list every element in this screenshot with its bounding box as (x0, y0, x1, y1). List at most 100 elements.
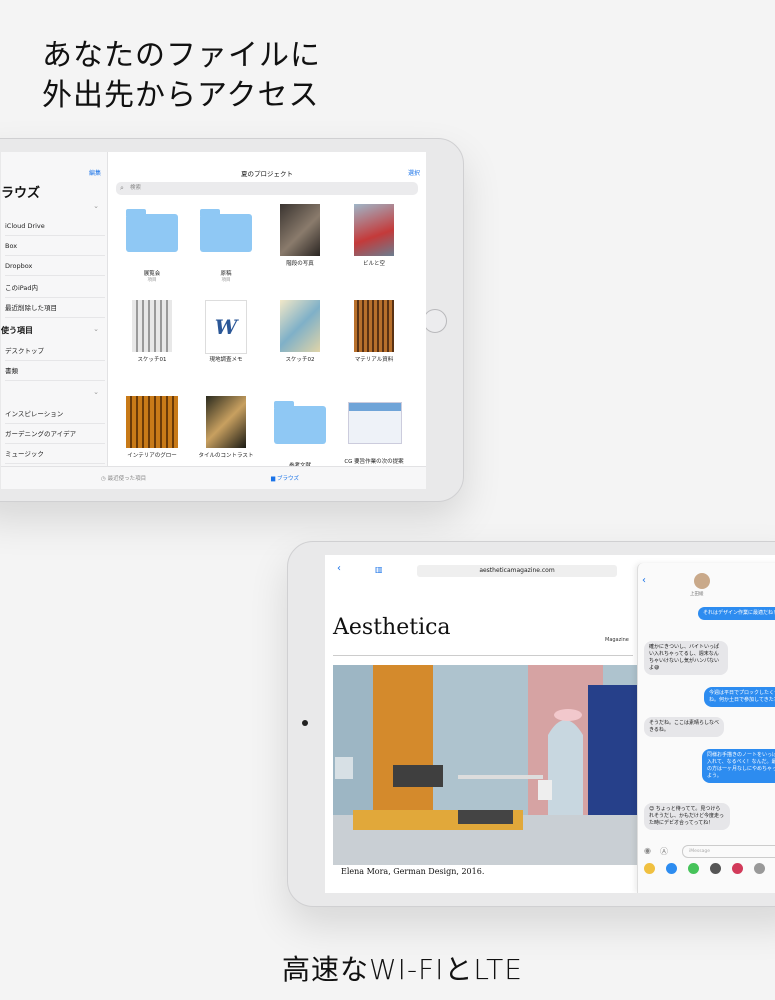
file-item[interactable]: 階段の写真 (264, 204, 336, 267)
message-bubble-incoming: 確かにきついし、バイトいっぱい入れちゃってるし、週末なんちゃいけないし気がハンパ… (644, 641, 728, 675)
file-name: 現地調査メモ (209, 357, 243, 363)
file-name: 階段の写真 (286, 261, 314, 267)
file-item[interactable]: W 現地調査メモ (190, 300, 262, 363)
sidebar-item-inspiration[interactable]: インスピレーション (5, 408, 105, 424)
file-name: ビルと空 (362, 261, 385, 267)
back-icon[interactable]: ‹ (642, 575, 646, 586)
select-button[interactable]: 選択 (408, 168, 420, 177)
magazine-tag: Magazine (605, 637, 629, 643)
files-main: 夏のプロジェクト 選択 ⌕ 検索 展覧会 項目 原稿 項目 階段の写真 ビルと空… (108, 152, 426, 477)
file-item[interactable]: 展覧会 項目 (116, 204, 188, 283)
camera-icon[interactable]: ◉ (644, 846, 651, 855)
message-bubble-outgoing: 今週は平日でプロックしたくせね。何か土日で参加してきた？ (704, 687, 775, 707)
search-input[interactable]: ⌕ 検索 (116, 182, 418, 195)
sidebar-item-box[interactable]: Box (5, 242, 105, 256)
file-item[interactable]: 原稿 項目 (190, 204, 262, 283)
image-caption: Elena Mora, German Design, 2016. (341, 867, 485, 876)
contact-name: 上田綾 (690, 592, 704, 597)
sidebar-item-documents[interactable]: 書類 (5, 365, 105, 381)
back-icon[interactable]: ‹ (337, 563, 341, 574)
file-item[interactable]: タイルのコントラスト (190, 396, 262, 459)
photo-thumbnail (354, 300, 394, 352)
chevron-down-icon[interactable]: ⌄ (93, 325, 99, 333)
headline-line-2: 外出先からアクセス (42, 78, 320, 113)
search-icon: ⌕ (120, 184, 124, 192)
file-name: 原稿 (220, 271, 232, 277)
file-item[interactable]: マテリアル資料 (338, 300, 410, 363)
edit-button[interactable]: 編集 (89, 168, 101, 177)
safari-screen: ‹ ▥ aestheticamagazine.com Aesthetica Ma… (325, 555, 775, 893)
digital-touch-icon[interactable] (688, 863, 699, 874)
camera (302, 720, 308, 726)
app-drawer (644, 863, 775, 877)
divider (333, 655, 633, 656)
ipad-files: 編集 ラウズ ⌄ iCloud Drive Box Dropbox このiPad… (0, 138, 464, 502)
sidebar-item-recently-deleted[interactable]: 最近削除した項目 (5, 302, 105, 318)
file-name: 展覧会 (143, 271, 161, 277)
files-tab-bar: ◷ 最近使った項目 ▆ ブラウズ (1, 466, 426, 489)
file-name: スケッチ01 (137, 357, 167, 363)
document-thumbnail (348, 402, 402, 444)
folder-icon (126, 209, 178, 252)
sidebar-item-dropbox[interactable]: Dropbox (5, 262, 105, 276)
file-item[interactable]: スケッチ02 (264, 300, 336, 363)
tab-recents[interactable]: ◷ 最近使った項目 (101, 474, 146, 482)
sidebar-item-desktop[interactable]: デスクトップ (5, 345, 105, 361)
file-name: タイルのコントラスト (198, 453, 254, 459)
photo-thumbnail (354, 204, 394, 256)
bookmarks-icon[interactable]: ▥ (375, 565, 383, 574)
files-screen: 編集 ラウズ ⌄ iCloud Drive Box Dropbox このiPad… (1, 152, 426, 489)
files-sidebar: 編集 ラウズ ⌄ iCloud Drive Box Dropbox このiPad… (1, 152, 108, 477)
hero-image (333, 665, 643, 865)
headline-bottom: 高速なWI-FIとLTE (282, 953, 523, 986)
ipad-safari-messages: ‹ ▥ aestheticamagazine.com Aesthetica Ma… (287, 541, 775, 907)
sidebar-item-on-ipad[interactable]: このiPad内 (5, 282, 105, 298)
home-button[interactable] (423, 309, 447, 333)
chevron-down-icon[interactable]: ⌄ (93, 388, 99, 396)
photo-thumbnail (126, 396, 178, 448)
app-store-icon[interactable]: Ⓐ (660, 846, 668, 857)
sidebar-section-favorites[interactable]: 使う項目 (1, 325, 33, 336)
sidebar-title: ラウズ (1, 186, 41, 201)
file-item[interactable]: CG 要旨作業の次の提案 (338, 396, 410, 465)
photo-thumbnail (206, 396, 246, 448)
music-icon[interactable] (710, 863, 721, 874)
file-name: スケッチ02 (285, 357, 315, 363)
avatar[interactable] (694, 573, 710, 589)
sidebar-item-icloud[interactable]: iCloud Drive (5, 222, 105, 236)
tab-browse[interactable]: ▆ ブラウズ (271, 474, 299, 482)
file-meta: 項目 (147, 278, 157, 283)
app-store-icon[interactable] (666, 863, 677, 874)
file-name: CG 要旨作業の次の提案 (344, 459, 404, 465)
sidebar-item-gardening[interactable]: ガーデニングのアイデア (5, 428, 105, 444)
search-placeholder: 検索 (130, 185, 142, 191)
headline-line-1: あなたのファイルに (42, 38, 321, 73)
file-name: インテリアのグロー (127, 453, 177, 459)
sidebar-item-music[interactable]: ミュージック (5, 448, 105, 464)
message-input-bar: ◉ Ⓐ iMessage (644, 845, 775, 858)
file-item[interactable]: スケッチ01 (116, 300, 188, 363)
photos-icon[interactable] (644, 863, 655, 874)
file-item[interactable]: 参考文献 (264, 396, 336, 469)
file-item[interactable]: インテリアのグロー (116, 396, 188, 459)
message-bubble-incoming: そうだね。ここは素晴らしなべきるね。 (644, 717, 724, 737)
magazine-title: Aesthetica (333, 615, 451, 640)
chevron-down-icon[interactable]: ⌄ (93, 202, 99, 210)
sketch-thumbnail (280, 300, 320, 352)
message-input[interactable]: iMessage (682, 845, 775, 858)
interior-photo (333, 665, 643, 865)
tab-browse-label: ブラウズ (276, 476, 299, 482)
file-meta: 項目 (221, 278, 231, 283)
word-document-icon: W (205, 300, 247, 354)
folder-title: 夏のプロジェクト (241, 170, 293, 178)
folder-icon (200, 209, 252, 252)
file-name: マテリアル資料 (354, 357, 394, 363)
tab-recents-label: 最近使った項目 (107, 476, 147, 482)
url-field[interactable]: aestheticamagazine.com (417, 565, 617, 577)
message-bubble-incoming: 😊 ちょっと待ってて。見つけられそうだし、かもだけど今度走った時にデビオ合ってっ… (644, 803, 730, 830)
more-icon[interactable] (754, 863, 765, 874)
heart-icon[interactable] (732, 863, 743, 874)
file-item[interactable]: ビルと空 (338, 204, 410, 267)
messages-slide-over: ‹ 上田綾 それはデザイン作業に最適だね！ 確かにきついし、バイトいっぱい入れち… (637, 563, 775, 893)
sketch-thumbnail (132, 300, 172, 352)
